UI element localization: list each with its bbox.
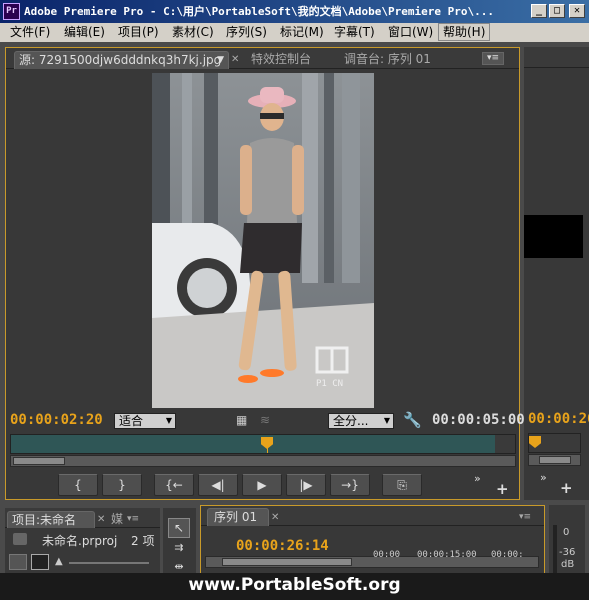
tab-project[interactable]: 项目:未命名 xyxy=(7,511,95,528)
menu-bar: 文件(F) 编辑(E) 项目(P) 素材(C) 序列(S) 标记(M) 字幕(T… xyxy=(0,23,589,42)
project-panel: 项目:未命名 ✕ 媒 ▾≡ 未命名.prproj 2 项 ▲ xyxy=(5,508,160,578)
preview-image: P1 CN xyxy=(152,73,374,408)
chevron-down-icon[interactable]: ▼ xyxy=(217,52,224,69)
thumbnail-size-slider[interactable] xyxy=(69,562,149,564)
watermark-text: www.PortableSoft.org xyxy=(188,575,401,595)
playhead-icon[interactable] xyxy=(529,436,541,448)
sequence-scrollbar[interactable] xyxy=(205,556,539,568)
program-current-time[interactable]: 00:00:26 xyxy=(528,411,589,427)
source-monitor-panel: 源: 7291500djw6dddnkq3h7kj.jpg ▼ ✕ 特效控制台 … xyxy=(5,47,525,500)
scrollbar-thumb[interactable] xyxy=(13,457,65,465)
folder-icon xyxy=(13,533,27,545)
chevron-down-icon: ▼ xyxy=(383,416,390,425)
source-time-ruler[interactable] xyxy=(10,434,516,454)
project-item-count: 2 项 xyxy=(131,534,155,548)
project-file-name: 未命名.prproj xyxy=(42,534,118,548)
title-bar: Pr Adobe Premiere Pro - C:\用户\PortableSo… xyxy=(0,0,589,23)
sequence-tabstrip: 序列 01 ✕ ▾≡ xyxy=(201,506,544,526)
meter-bar xyxy=(553,525,557,573)
insert-button[interactable]: ⎘ xyxy=(382,474,422,496)
svg-text:P1 CN: P1 CN xyxy=(316,379,343,389)
wrench-icon[interactable]: 🔧 xyxy=(403,411,422,429)
tab-sequence[interactable]: 序列 01 xyxy=(207,508,269,526)
source-tabstrip: 源: 7291500djw6dddnkq3h7kj.jpg ▼ ✕ 特效控制台 … xyxy=(6,48,519,69)
more-chevron-icon[interactable]: » xyxy=(474,472,481,485)
track-select-tool-icon[interactable]: ⇉ xyxy=(168,541,190,557)
menu-marker[interactable]: 标记(M) xyxy=(276,23,328,42)
step-forward-button[interactable]: |▶ xyxy=(286,474,326,496)
project-tabstrip: 项目:未命名 ✕ 媒 ▾≡ xyxy=(5,508,160,528)
panel-menu-icon[interactable]: ▾≡ xyxy=(482,52,504,65)
scrollbar-thumb[interactable] xyxy=(539,456,571,464)
zoom-out-icon[interactable]: ▲ xyxy=(55,556,63,567)
menu-window[interactable]: 窗口(W) xyxy=(384,23,437,42)
tab-effect-controls[interactable]: 特效控制台 xyxy=(251,51,311,68)
menu-project[interactable]: 项目(P) xyxy=(114,23,163,42)
icon-view-icon[interactable] xyxy=(31,554,49,570)
source-duration: 00:00:05:00 xyxy=(432,412,525,428)
close-button[interactable]: ✕ xyxy=(569,4,585,18)
step-back-button[interactable]: ◀| xyxy=(198,474,238,496)
waveform-icon[interactable]: ≋ xyxy=(260,413,274,427)
meter-label-db: dB xyxy=(561,559,575,570)
panel-menu-icon[interactable]: ▾≡ xyxy=(127,511,139,528)
sequence-current-time[interactable]: 00:00:26:14 xyxy=(236,538,329,554)
film-strip-icon[interactable]: ▦ xyxy=(236,413,250,427)
tab-audio-mixer[interactable]: 调音台: 序列 01 xyxy=(344,51,431,68)
source-in-out-range xyxy=(11,435,495,453)
close-icon[interactable]: ✕ xyxy=(231,51,239,68)
menu-clip[interactable]: 素材(C) xyxy=(168,23,218,42)
menu-title[interactable]: 字幕(T) xyxy=(330,23,379,42)
source-zoom-scrollbar[interactable] xyxy=(10,455,516,467)
ruler-tick-1: 00:00:15:00 xyxy=(417,550,477,560)
meter-label-0: 0 xyxy=(563,527,570,538)
premiere-logo-icon: Pr xyxy=(3,3,20,20)
program-preview xyxy=(524,215,583,258)
more-chevron-icon[interactable]: » xyxy=(540,471,547,484)
video-preview: P1 CN xyxy=(152,73,374,408)
menu-file[interactable]: 文件(F) xyxy=(6,23,54,42)
maximize-button[interactable]: □ xyxy=(549,4,565,18)
program-scrollbar[interactable] xyxy=(528,454,581,466)
sequence-panel: 序列 01 ✕ ▾≡ 00:00:26:14 00:00 00:00:15:00… xyxy=(200,505,545,578)
menu-sequence[interactable]: 序列(S) xyxy=(222,23,271,42)
mark-in-button[interactable]: { xyxy=(58,474,98,496)
selection-tool-icon[interactable]: ↖ xyxy=(168,518,190,538)
mark-out-button[interactable]: } xyxy=(102,474,142,496)
close-icon[interactable]: ✕ xyxy=(97,511,105,528)
program-monitor-panel: 00:00:26 » + xyxy=(524,47,589,500)
minimize-button[interactable]: _ xyxy=(531,4,547,18)
source-current-time[interactable]: 00:00:02:20 xyxy=(10,412,103,428)
scrollbar-thumb[interactable] xyxy=(222,558,352,566)
meter-label-36: -36 xyxy=(559,547,576,558)
tab-source[interactable]: 源: 7291500djw6dddnkq3h7kj.jpg ▼ xyxy=(14,51,229,69)
tab-media-browser[interactable]: 媒 xyxy=(111,511,123,528)
close-icon[interactable]: ✕ xyxy=(271,509,279,526)
program-tabstrip xyxy=(524,47,589,68)
menu-edit[interactable]: 编辑(E) xyxy=(60,23,109,42)
play-button[interactable]: ▶ xyxy=(242,474,282,496)
window-title: Adobe Premiere Pro - C:\用户\PortableSoft\… xyxy=(24,5,494,18)
add-button-icon[interactable]: + xyxy=(496,480,509,498)
ruler-tick-2: 00:00: xyxy=(491,550,524,560)
zoom-dropdown[interactable]: 适合 ▼ xyxy=(114,413,176,429)
chevron-down-icon: ▼ xyxy=(165,416,172,425)
add-button-icon[interactable]: + xyxy=(560,479,573,497)
ruler-tick-0: 00:00 xyxy=(373,550,401,560)
list-view-icon[interactable] xyxy=(9,554,27,570)
watermark-band: www.PortableSoft.org xyxy=(0,573,589,600)
program-time-ruler[interactable] xyxy=(528,433,581,453)
resolution-dropdown[interactable]: 全分... ▼ xyxy=(328,413,394,429)
playhead-line xyxy=(267,447,268,453)
go-to-out-button[interactable]: →} xyxy=(330,474,370,496)
go-to-in-button[interactable]: {← xyxy=(154,474,194,496)
menu-help[interactable]: 帮助(H) xyxy=(438,23,491,41)
audio-meter-panel: 0 -36 dB xyxy=(549,505,585,578)
panel-menu-icon[interactable]: ▾≡ xyxy=(519,509,531,526)
tools-panel: ↖ ⇉ ⇹ xyxy=(163,508,196,578)
